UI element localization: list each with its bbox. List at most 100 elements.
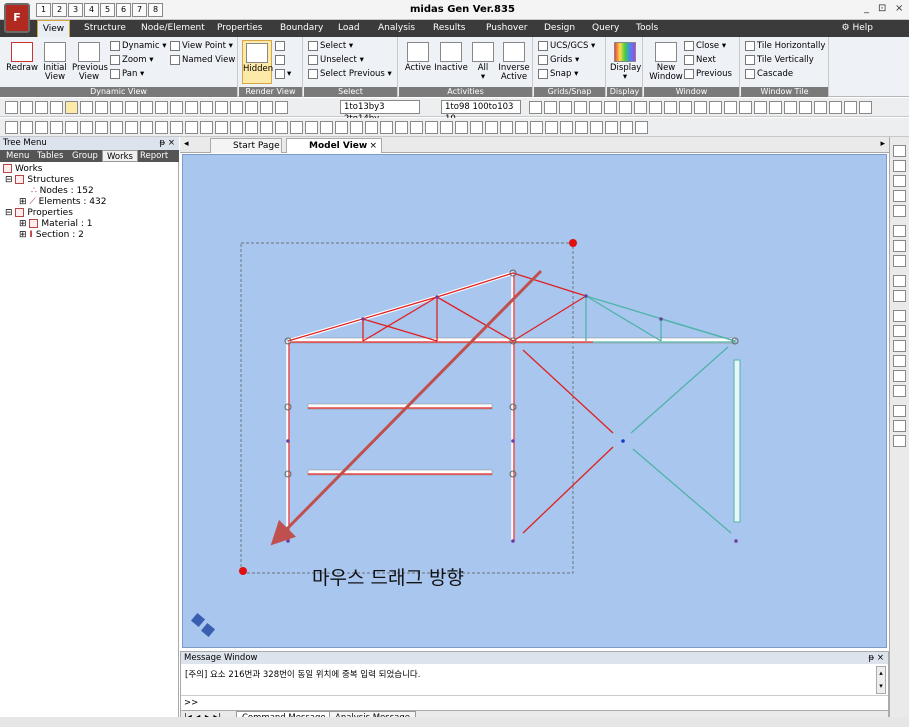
close-window-button[interactable]: Close ▾: [684, 39, 740, 53]
unselect-button[interactable]: Unselect ▾: [308, 53, 398, 67]
zoom-in-icon[interactable]: [893, 175, 906, 187]
app-logo-button[interactable]: F: [4, 3, 30, 33]
node-select-combo[interactable]: 1to13by3 2to14by: [340, 100, 420, 124]
support-icon[interactable]: [335, 121, 348, 134]
render-shade-button[interactable]: [275, 39, 301, 53]
all-button[interactable]: All ▾: [471, 42, 495, 82]
color-dark-icon[interactable]: [829, 101, 842, 114]
beam-load-icon[interactable]: [425, 121, 438, 134]
select-previous-icon-tb[interactable]: [185, 101, 198, 114]
tab-analysis[interactable]: Analysis: [378, 20, 415, 37]
inverse-active-button[interactable]: Inverse Active: [497, 42, 531, 82]
thickness-icon[interactable]: [320, 121, 333, 134]
view-iso-icon[interactable]: [754, 101, 767, 114]
intersect-icon[interactable]: [245, 121, 258, 134]
render-globe-button[interactable]: ▾: [275, 67, 301, 81]
command-prompt[interactable]: >>: [184, 698, 198, 708]
inactive-button[interactable]: Inactive: [433, 42, 469, 73]
quick-access-8[interactable]: 8: [148, 3, 163, 17]
rotate-view-icon[interactable]: [893, 275, 906, 287]
model-view-canvas[interactable]: [182, 154, 887, 648]
section-icon[interactable]: [305, 121, 318, 134]
self-weight-icon[interactable]: [470, 121, 483, 134]
render-light-button[interactable]: [275, 53, 301, 67]
snap-node-icon[interactable]: [604, 101, 617, 114]
render-right-icon[interactable]: [893, 435, 906, 447]
quick-access-2[interactable]: 2: [52, 3, 67, 17]
mirror-node-icon[interactable]: [95, 121, 108, 134]
tab-pushover[interactable]: Pushover: [486, 20, 527, 37]
close-icon[interactable]: ×: [895, 3, 903, 14]
initial-view-button[interactable]: Initial View: [40, 42, 70, 82]
tab-scroll-right-icon[interactable]: ▸: [880, 139, 885, 149]
floor-load-icon[interactable]: [455, 121, 468, 134]
collapse-icon[interactable]: ⊟: [5, 208, 13, 218]
group-select-icon[interactable]: [230, 101, 243, 114]
unit-icon[interactable]: [20, 121, 33, 134]
reaction-icon[interactable]: [575, 121, 588, 134]
node-select-icon[interactable]: [35, 101, 48, 114]
zoom-out-icon[interactable]: [893, 190, 906, 202]
grids-button[interactable]: Grids ▾: [538, 53, 606, 67]
wire-icon[interactable]: [844, 101, 857, 114]
prestress-icon[interactable]: [500, 121, 513, 134]
tree-tab-report[interactable]: Report: [136, 150, 172, 162]
fit-window-icon[interactable]: [893, 290, 906, 302]
tree-item-material[interactable]: ⊞ Material : 1: [3, 219, 177, 230]
display-button[interactable]: Display ▾: [610, 42, 641, 82]
ruler-icon[interactable]: [739, 101, 752, 114]
hidden-button[interactable]: Hidden: [242, 40, 273, 84]
quick-access-4[interactable]: 4: [84, 3, 99, 17]
force-diagram-icon[interactable]: [590, 121, 603, 134]
stress-icon[interactable]: [605, 121, 618, 134]
render-mode-icon[interactable]: [859, 101, 872, 114]
zoom-fit-icon[interactable]: [893, 145, 906, 157]
tree-item-structures[interactable]: ⊟ Structures: [3, 175, 177, 186]
expand-icon[interactable]: ⊞: [19, 230, 27, 240]
divide-node-icon[interactable]: [110, 121, 123, 134]
perspective-icon[interactable]: [679, 101, 692, 114]
select-button[interactable]: Select ▾: [308, 39, 398, 53]
offset-icon[interactable]: [380, 121, 393, 134]
merge-element-icon[interactable]: [215, 121, 228, 134]
zoom-all-icon[interactable]: [893, 205, 906, 217]
create-element-icon[interactable]: [155, 121, 168, 134]
tab-tools[interactable]: Tools: [636, 20, 658, 37]
tree-tab-works[interactable]: Works: [102, 150, 138, 162]
spring-icon[interactable]: [350, 121, 363, 134]
cascade-button[interactable]: Cascade: [745, 67, 829, 81]
activate-icon[interactable]: [529, 101, 542, 114]
quick-access-3[interactable]: 3: [68, 3, 83, 17]
snap-element-icon[interactable]: [619, 101, 632, 114]
unselect-all-icon[interactable]: [200, 101, 213, 114]
tab-model-view[interactable]: Model View ×: [286, 138, 382, 153]
nodal-load-icon[interactable]: [410, 121, 423, 134]
extrude-element-icon[interactable]: [185, 121, 198, 134]
filter-icon[interactable]: [215, 101, 228, 114]
element-select-icon[interactable]: [50, 101, 63, 114]
snap-button[interactable]: Snap ▾: [538, 67, 606, 81]
message-pin-close-icon[interactable]: ᵽ ×: [869, 652, 885, 664]
divide-element-icon[interactable]: [200, 121, 213, 134]
tab-design[interactable]: Design: [544, 20, 575, 37]
renumber-icon[interactable]: [275, 121, 288, 134]
snap-all-icon[interactable]: [634, 101, 647, 114]
tree-item-elements[interactable]: ⊞ ⟋ Elements : 432: [3, 197, 177, 208]
select-intersect-icon[interactable]: [110, 101, 123, 114]
copy-element-icon[interactable]: [170, 121, 183, 134]
material-icon[interactable]: [290, 121, 303, 134]
hidden-tb-icon[interactable]: [649, 101, 662, 114]
tree-tab-group[interactable]: Group: [68, 150, 102, 162]
tree-item-nodes[interactable]: ∴ Nodes : 152: [3, 186, 177, 197]
tree-item-section[interactable]: ⊞ I Section : 2: [3, 230, 177, 241]
merge-node-icon[interactable]: [125, 121, 138, 134]
analysis-icon[interactable]: [530, 121, 543, 134]
release-icon[interactable]: [365, 121, 378, 134]
magnify-icon[interactable]: [893, 225, 906, 237]
panel-pin-close-icon[interactable]: ᵽ ×: [160, 137, 176, 150]
copy-node-icon[interactable]: [50, 121, 63, 134]
view-bottom-right-icon[interactable]: [893, 340, 906, 352]
quick-access-7[interactable]: 7: [132, 3, 147, 17]
select-window-icon[interactable]: [80, 101, 93, 114]
select-volume-icon[interactable]: [140, 101, 153, 114]
